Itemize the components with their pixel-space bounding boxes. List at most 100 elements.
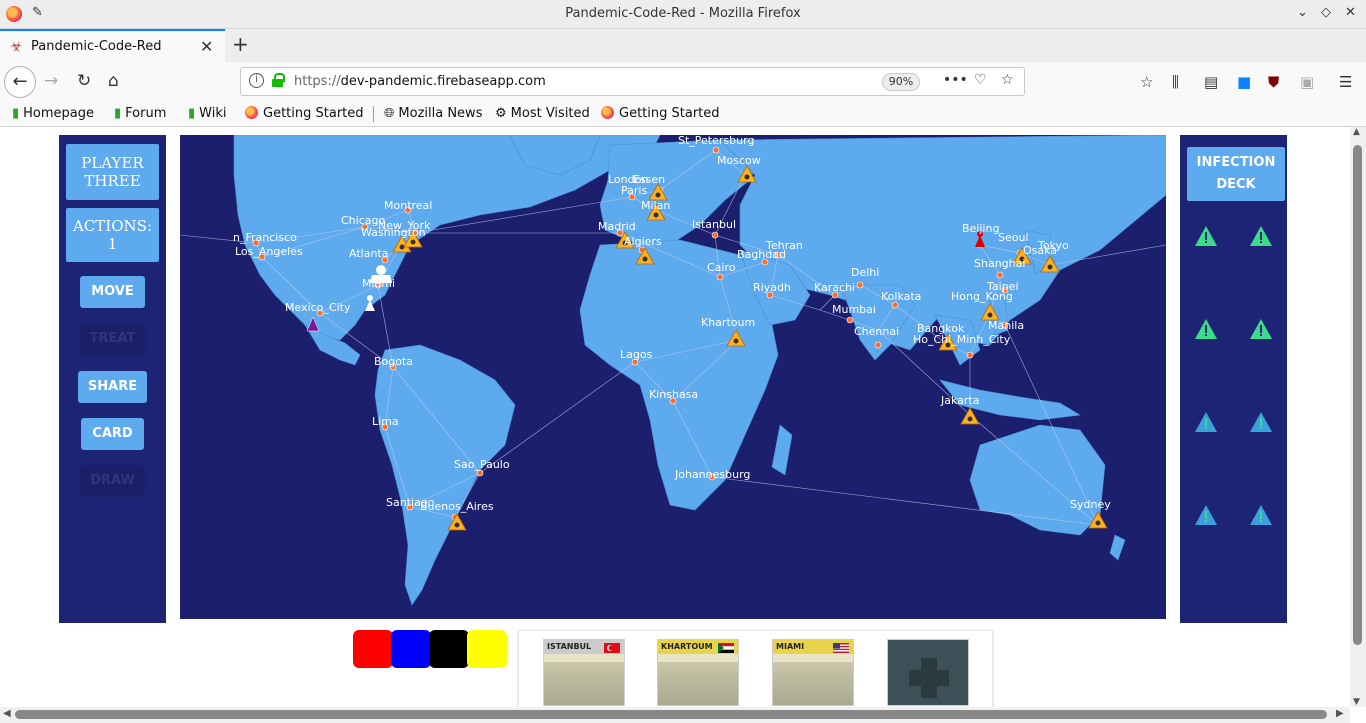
tab-label: Pandemic-Code-Red bbox=[31, 39, 162, 54]
label-buenos-aires: Buenos_Aires bbox=[420, 500, 494, 513]
label-manila: Manila bbox=[988, 319, 1024, 332]
cure-yellow[interactable] bbox=[467, 630, 507, 668]
zoom-indicator[interactable]: 90% bbox=[882, 73, 920, 91]
label-los-angeles: Los_Angeles bbox=[235, 245, 303, 258]
world-map[interactable]: St_Petersburg Moscow London Essen Paris … bbox=[180, 135, 1166, 619]
vertical-scrollbar[interactable]: ▲ ▼ bbox=[1350, 127, 1366, 707]
close-tab-icon[interactable]: ✕ bbox=[200, 37, 213, 56]
label-bogota: Bogota bbox=[374, 355, 413, 368]
pocket-icon[interactable]: ♡ bbox=[974, 72, 987, 88]
bookmark-mozilla-news[interactable]: 🌐︎ Mozilla News bbox=[384, 106, 482, 121]
lock-icon[interactable] bbox=[272, 73, 285, 87]
treat-button[interactable]: TREAT bbox=[80, 323, 145, 355]
url-bar[interactable]: i https://dev-pandemic.firebaseapp.com 9… bbox=[240, 67, 1025, 96]
cure-black[interactable] bbox=[429, 630, 469, 668]
move-button[interactable]: MOVE bbox=[80, 276, 145, 308]
globe-icon: 🌐︎ bbox=[384, 106, 395, 121]
label-delhi: Delhi bbox=[851, 266, 879, 279]
cure-red[interactable] bbox=[353, 630, 393, 668]
tab-strip: ☣ Pandemic-Code-Red ✕ + bbox=[0, 29, 1366, 62]
bookmarks-star-icon[interactable]: ☆ bbox=[1140, 73, 1153, 91]
manjaro-icon: ▮ bbox=[114, 106, 122, 121]
scroll-up-icon[interactable]: ▲ bbox=[1353, 127, 1360, 137]
player-panel: PLAYER THREE ACTIONS: 1 MOVE TREAT SHARE C… bbox=[59, 135, 166, 623]
bookmarks-toolbar: ▮ Homepage ▮ Forum ▮ Wiki Getting Started 🌐… bbox=[0, 101, 1366, 127]
page-actions-icon[interactable]: ••• bbox=[943, 72, 968, 88]
card-map-thumbnail bbox=[658, 662, 738, 705]
url-text[interactable]: https://dev-pandemic.firebaseapp.com bbox=[294, 74, 546, 89]
label-karachi: Karachi bbox=[814, 281, 855, 294]
city-card-khartoum[interactable]: KHARTOUM bbox=[657, 639, 739, 706]
outbreak-warning-icon bbox=[1195, 412, 1217, 432]
label-san-francisco: n_Francisco bbox=[233, 231, 297, 244]
outbreak-warning-icon bbox=[1195, 226, 1217, 246]
label-paris: Paris bbox=[621, 184, 647, 197]
share-button[interactable]: SHARE bbox=[78, 371, 147, 403]
city-card-miami[interactable]: MIAMI bbox=[772, 639, 854, 706]
label-kolkata: Kolkata bbox=[881, 290, 921, 303]
scroll-down-icon[interactable]: ▼ bbox=[1353, 697, 1360, 707]
medical-cross-icon bbox=[909, 658, 949, 698]
game-page: PLAYER THREE ACTIONS: 1 MOVE TREAT SHARE C… bbox=[0, 127, 1350, 707]
bookmark-homepage[interactable]: ▮ Homepage bbox=[12, 106, 94, 121]
card-name: KHARTOUM bbox=[661, 642, 713, 651]
outbreak-warning-icon bbox=[1195, 319, 1217, 339]
infection-deck-button[interactable]: INFECTION DECK bbox=[1187, 147, 1285, 201]
city-card-istanbul[interactable]: ISTANBUL bbox=[543, 639, 625, 706]
scroll-right-icon[interactable]: ▶ bbox=[1336, 708, 1344, 719]
home-icon[interactable]: ⌂ bbox=[108, 71, 119, 91]
minimize-icon[interactable]: ⌄ bbox=[1297, 5, 1308, 20]
extension-icon[interactable]: ▣ bbox=[1300, 73, 1314, 91]
library-icon[interactable]: ⫼ bbox=[1172, 73, 1179, 91]
bookmark-wiki[interactable]: ▮ Wiki bbox=[188, 106, 226, 121]
label-osaka: Osaka bbox=[1023, 244, 1057, 257]
scrollbar-thumb[interactable] bbox=[15, 710, 1327, 719]
bookmark-forum[interactable]: ▮ Forum bbox=[114, 106, 166, 121]
label-mumbai: Mumbai bbox=[832, 303, 876, 316]
back-button[interactable]: ← bbox=[4, 66, 36, 98]
outbreak-warning-icon bbox=[1250, 226, 1272, 246]
forward-icon[interactable]: → bbox=[44, 71, 58, 91]
outbreak-warning-icon bbox=[1195, 505, 1217, 525]
label-miami: Miami bbox=[362, 277, 395, 290]
label-algiers: Algiers bbox=[624, 235, 662, 248]
draw-button[interactable]: DRAW bbox=[80, 465, 145, 497]
card-map-thumbnail bbox=[544, 662, 624, 705]
scroll-left-icon[interactable]: ◀ bbox=[3, 708, 11, 719]
infection-panel: INFECTION DECK bbox=[1180, 135, 1287, 623]
bookmark-getting-started[interactable]: Getting Started bbox=[245, 106, 364, 121]
card-name: MIAMI bbox=[776, 642, 805, 651]
sudan-flag-icon bbox=[718, 643, 734, 653]
lock-extension-icon[interactable]: ■ bbox=[1237, 73, 1251, 91]
label-sao-paulo: Sao_Paulo bbox=[454, 458, 510, 471]
label-johannesburg: Johannesburg bbox=[674, 468, 750, 481]
label-tehran: Tehran bbox=[765, 239, 803, 252]
info-icon[interactable]: i bbox=[249, 73, 264, 88]
label-montreal: Montreal bbox=[384, 199, 432, 212]
bookmark-most-visited[interactable]: ⚙ Most Visited bbox=[495, 106, 590, 121]
label-milan: Milan bbox=[641, 199, 670, 212]
cure-indicators bbox=[353, 630, 507, 668]
turkey-flag-icon bbox=[604, 643, 620, 653]
nav-bar: ← → ↻ ⌂ i https://dev-pandemic.firebasea… bbox=[0, 62, 1366, 101]
card-map-thumbnail bbox=[773, 662, 853, 705]
maximize-icon[interactable]: ◇ bbox=[1321, 5, 1331, 20]
label-cairo: Cairo bbox=[707, 261, 736, 274]
new-tab-icon[interactable]: + bbox=[232, 32, 249, 56]
bookmark-star-icon[interactable]: ☆ bbox=[1001, 72, 1014, 88]
label-istanbul: Istanbul bbox=[692, 218, 736, 231]
label-shanghai: Shanghai bbox=[974, 257, 1025, 270]
label-beijing: Beijing bbox=[962, 222, 999, 235]
menu-icon[interactable]: ☰ bbox=[1339, 73, 1352, 91]
ublock-icon[interactable]: ⛊ bbox=[1268, 73, 1279, 91]
reload-icon[interactable]: ↻ bbox=[77, 71, 91, 91]
epidemic-card[interactable] bbox=[887, 639, 969, 706]
scrollbar-thumb[interactable] bbox=[1353, 145, 1362, 645]
tab-pandemic[interactable]: ☣ Pandemic-Code-Red ✕ bbox=[0, 29, 225, 62]
card-button[interactable]: CARD bbox=[81, 418, 144, 450]
close-window-icon[interactable]: ✕ bbox=[1345, 5, 1356, 20]
cure-blue[interactable] bbox=[391, 630, 431, 668]
bookmark-getting-started-2[interactable]: Getting Started bbox=[601, 106, 720, 121]
sidebar-icon[interactable]: ▤ bbox=[1204, 73, 1218, 91]
horizontal-scrollbar[interactable]: ◀ ▶ bbox=[0, 707, 1350, 723]
